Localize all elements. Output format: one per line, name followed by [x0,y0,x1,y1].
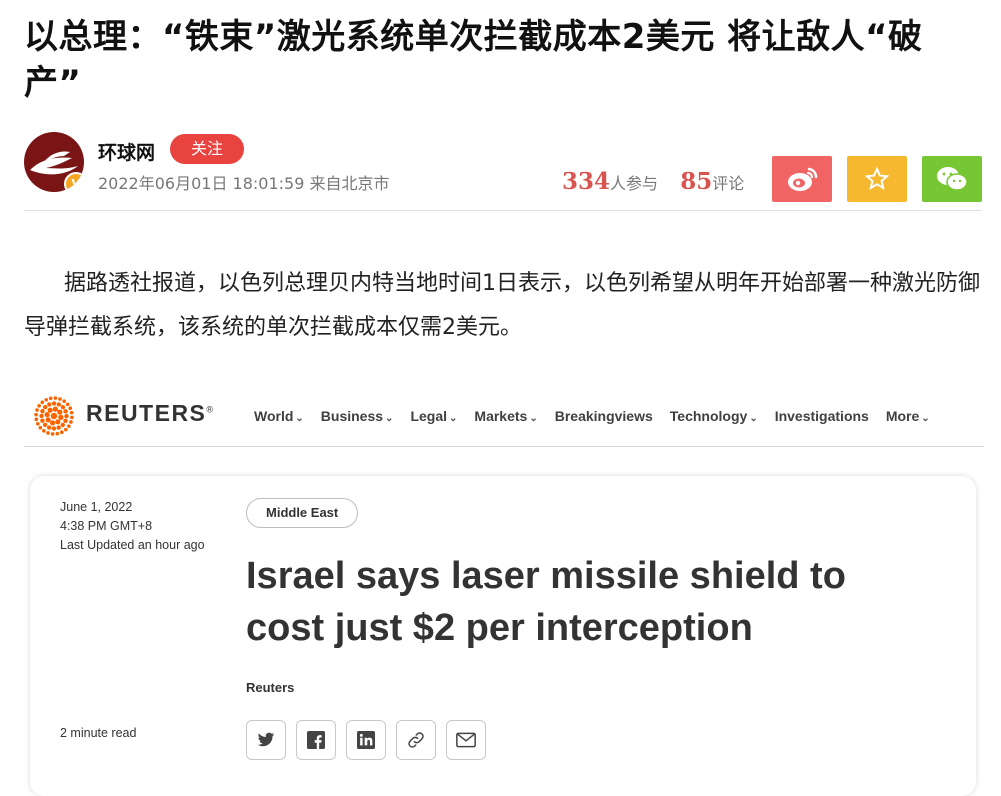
share-linkedin-button[interactable] [346,720,386,760]
chevron-down-icon: ⌄ [529,413,538,424]
author-bar: V 环球网 关注 2022年06月01日 18:01:59 来自北京市 334人… [24,132,982,211]
wechat-icon [937,167,968,191]
nav-item-world[interactable]: World ⌄ [254,408,304,424]
nav-item-label: Legal [410,408,448,424]
verified-badge-icon: V [64,172,84,192]
follow-button[interactable]: 关注 [170,134,244,164]
nav-item-more[interactable]: More ⌄ [886,408,930,424]
article-time: 4:38 PM GMT+8 [60,519,153,533]
avatar[interactable]: V [24,132,84,192]
section-tag[interactable]: Middle East [246,498,359,528]
share-email-button[interactable] [446,720,486,760]
nav-item-breakingviews[interactable]: Breakingviews [555,408,653,424]
article-paragraph: 据路透社报道，以色列总理贝内特当地时间1日表示，以色列希望从明年开始部署一种激光… [24,271,981,340]
email-icon [456,732,476,748]
chevron-down-icon: ⌄ [449,413,458,424]
participants-label: 人参与 [610,174,659,193]
link-icon [408,732,424,748]
chevron-down-icon: ⌄ [749,413,758,424]
engagement-stats: 334人参与 85评论 [562,168,744,195]
nav-item-markets[interactable]: Markets ⌄ [474,408,537,424]
share-buttons [246,720,496,760]
weibo-icon [788,167,818,191]
reuters-navbar: REUTERS® World ⌄ Business ⌄ Legal ⌄ Markets ⌄ Br… [24,386,984,447]
reuters-nav-menu: World ⌄ Business ⌄ Legal ⌄ Markets ⌄ Breakingvie… [254,408,947,424]
nav-item-label: Technology [669,408,748,424]
article-meta: June 1, 2022 4:38 PM GMT+8 Last Updated … [60,498,205,555]
last-updated: Last Updated an hour ago [60,538,205,552]
article-headline: 以总理：“铁束”激光系统单次拦截成本2美元 将让敌人“破产” [24,17,923,103]
chevron-down-icon: ⌄ [385,413,394,424]
star-icon [865,167,889,191]
chevron-down-icon: ⌄ [921,413,930,424]
publish-timestamp: 2022年06月01日 18:01:59 来自北京市 [98,174,390,193]
reuters-headline: Israel says laser missile shield to cost… [246,555,846,649]
reuters-logo-icon[interactable] [30,392,78,444]
nav-item-label: Markets [474,408,528,424]
share-weibo-button[interactable] [772,156,832,202]
share-facebook-button[interactable] [296,720,336,760]
nav-item-label: More [885,408,920,424]
article-date: June 1, 2022 [60,500,133,514]
source-name[interactable]: 环球网 [98,138,155,165]
copy-link-button[interactable] [396,720,436,760]
share-wechat-button[interactable] [922,156,982,202]
facebook-icon [307,731,325,749]
favorite-button[interactable] [847,156,907,202]
comments-label: 评论 [712,174,745,193]
nav-item-legal[interactable]: Legal ⌄ [410,408,457,424]
read-time: 2 minute read [60,726,137,740]
nav-item-business[interactable]: Business ⌄ [321,408,394,424]
twitter-icon [257,732,275,747]
chevron-down-icon: ⌄ [295,413,304,424]
nav-item-label: Business [320,408,384,424]
nav-item-investigations[interactable]: Investigations [775,408,869,424]
nav-item-technology[interactable]: Technology ⌄ [670,408,758,424]
comments-count[interactable]: 85 [680,168,712,195]
nav-item-label: World [254,408,294,424]
linkedin-icon [357,731,375,749]
nav-item-label: Breakingviews [554,408,653,424]
nav-item-label: Investigations [774,408,869,424]
share-twitter-button[interactable] [246,720,286,760]
byline[interactable]: Reuters [246,680,294,695]
participants-count[interactable]: 334 [562,168,610,195]
reuters-article-card: June 1, 2022 4:38 PM GMT+8 Last Updated … [30,476,976,796]
reuters-wordmark[interactable]: REUTERS® [86,400,215,427]
